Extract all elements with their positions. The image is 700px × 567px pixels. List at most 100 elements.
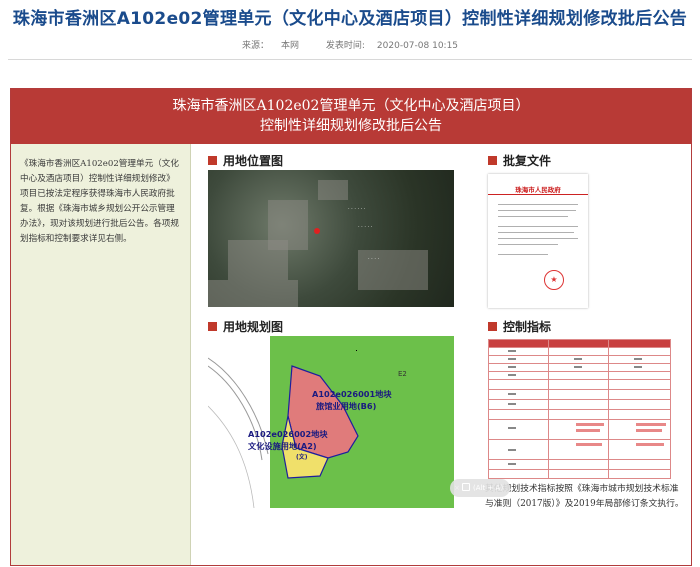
table-col-rule [608,339,609,479]
map-urban-area [208,280,298,307]
table-rule [488,389,671,390]
location-satellite-map: · · · · · · · · · · · · · · · [208,170,454,307]
parcel-hotel-id: A102e026001地块 [312,389,392,399]
table-cell [508,427,516,429]
parcel-hotel-label: A102e026001地块 旅馆业用地(B6) [312,388,392,412]
section-plan-label: 用地规划图 [223,320,284,334]
section-location-heading: 用地位置图 [208,152,283,169]
plan-drawing [208,336,454,508]
page-title: 珠海市香洲区A102e02管理单元（文化中心及酒店项目）控制性详细规划修改批后公… [12,9,688,29]
table-col-rule [548,339,549,479]
translate-icon [462,483,470,491]
document-rule [488,194,588,195]
section-marker-icon [208,322,217,331]
document-line [498,244,558,246]
notice-banner: 珠海市香洲区A102e02管理单元（文化中心及酒店项目） 控制性详细规划修改批后… [11,89,691,144]
notice-image: 珠海市香洲区A102e02管理单元（文化中心及酒店项目） 控制性详细规划修改批后… [10,88,692,566]
table-col-rule [670,339,671,479]
close-icon[interactable]: × [454,479,460,497]
map-dot [356,350,357,351]
parcel-culture-label: A102e026002地块 文化设施用地(A2) (文) [248,428,328,464]
section-marker-icon [488,156,497,165]
table-rule [488,371,671,372]
table-rule [488,419,671,420]
table-rule [488,399,671,400]
map-label: · · · · · [358,224,373,230]
divider [8,59,692,60]
table-rule [488,355,671,356]
document-line [498,216,568,218]
document-line [498,210,576,212]
table-cell [574,366,582,368]
table-rule [488,363,671,364]
translate-shortcut-label: (Alt + A) [473,484,504,492]
table-cell [634,358,642,360]
section-marker-icon [488,322,497,331]
document-line [498,238,578,240]
map-label: · · · · [368,256,380,262]
table-rule [488,379,671,380]
document-line [498,254,548,256]
indicators-footnote: 其他规划技术指标按照《珠海市城市规划技术标准与准则（2017版）》及2019年局… [485,484,684,509]
table-cell-highlight [636,429,662,432]
parcel-culture-code: (文) [296,454,308,461]
source-value: 本网 [280,41,299,51]
location-pin-icon [314,228,320,234]
document-issuer: 珠海市人民政府 [515,186,561,194]
table-cell [508,374,516,376]
notice-sidebar: 《珠海市香洲区A102e02管理单元（文化中心及酒店项目）控制性详细规划修改》项… [11,144,191,565]
table-rule [488,478,671,479]
table-header [488,339,671,347]
table-rule [488,339,671,340]
table-cell-highlight [576,429,600,432]
section-marker-icon [208,156,217,165]
published-label: 发表时间: [325,41,365,51]
table-rule [488,469,671,470]
parcel-culture-id: A102e026002地块 [248,429,328,439]
zone-label: E2 [398,370,407,378]
section-indicators-label: 控制指标 [503,320,552,334]
table-cell [574,358,582,360]
banner-line-1: 珠海市香洲区A102e02管理单元（文化中心及酒店项目） [172,98,530,114]
parcel-culture-use: 文化设施用地(A2) [248,441,317,451]
table-col-rule [488,339,489,479]
table-cell-highlight [576,423,604,426]
section-approval-label: 批复文件 [503,154,552,168]
table-cell [508,366,516,368]
document-line [498,226,578,228]
map-urban-area [228,240,288,280]
table-cell [634,366,642,368]
table-cell [508,449,516,451]
table-cell [508,350,516,352]
source-label-text: 来源： [241,41,269,51]
map-urban-area [318,180,348,200]
source-label: 来源： 本网 [236,41,305,51]
table-rule [488,439,671,440]
table-rule [488,409,671,410]
parcel-hotel-use: 旅馆业用地(B6) [316,401,377,411]
section-approval-heading: 批复文件 [488,152,551,169]
table-cell-highlight [636,443,664,446]
table-cell [508,358,516,360]
document-line [498,204,578,206]
translate-tooltip[interactable]: × (Alt + A) [450,479,510,497]
sidebar-text: 《珠海市香洲区A102e02管理单元（文化中心及酒店项目）控制性详细规划修改》项… [20,159,179,244]
seal-icon: ★ [544,270,564,290]
indicators-table [488,339,671,479]
document-line [498,232,574,234]
table-cell [508,463,516,465]
table-rule [488,459,671,460]
table-rule [488,347,671,348]
map-label: · · · · · · [348,206,366,212]
land-use-plan-map: E2 A102e026001地块 旅馆业用地(B6) A102e026002地块… [208,336,454,508]
section-plan-heading: 用地规划图 [208,318,283,335]
table-cell-highlight [576,443,602,446]
published-time: 发表时间: 2020-07-08 10:15 [320,41,464,51]
table-cell [508,403,516,405]
article-meta: 来源： 本网 发表时间: 2020-07-08 10:15 [0,38,700,51]
published-value: 2020-07-08 10:15 [376,41,459,51]
banner-line-2: 控制性详细规划修改批后公告 [260,118,442,134]
section-location-label: 用地位置图 [223,154,284,168]
section-indicators-heading: 控制指标 [488,318,551,335]
approval-document-thumbnail: 珠海市人民政府 ★ [488,174,588,308]
